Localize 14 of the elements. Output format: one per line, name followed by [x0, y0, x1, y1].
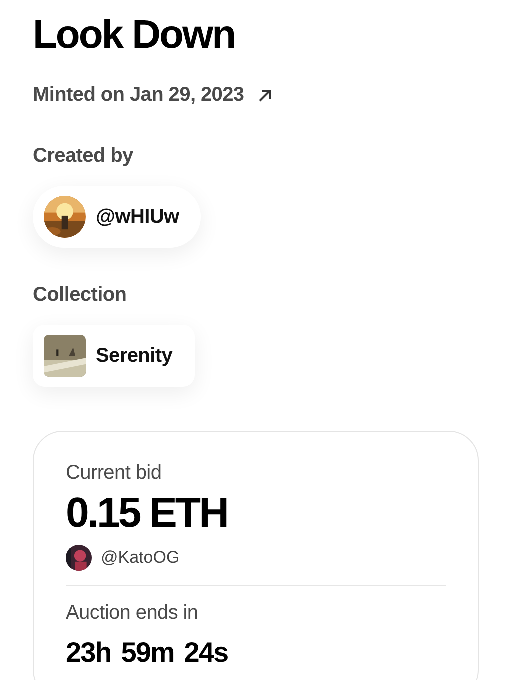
countdown-value: 24s	[184, 637, 228, 669]
artwork-title: Look Down	[33, 12, 236, 58]
collection-chip[interactable]: Serenity	[33, 325, 195, 387]
bidder-handle[interactable]: @KatoOG	[101, 548, 180, 568]
section-label: Collection	[33, 284, 127, 307]
external-link-icon[interactable]	[258, 88, 272, 102]
bid-label: Current bid	[66, 462, 163, 485]
section-label: Created by	[33, 145, 134, 168]
countdown-value: 59m	[121, 637, 174, 669]
bid-amount: 0.15 ETH	[66, 489, 228, 537]
creator-chip[interactable]: @wHIUw	[33, 186, 202, 248]
countdown-value: 23h	[66, 637, 112, 669]
auction-ends-label: Auction ends in	[66, 602, 200, 625]
minted-date: Minted on Jan 29, 2023	[33, 84, 244, 107]
